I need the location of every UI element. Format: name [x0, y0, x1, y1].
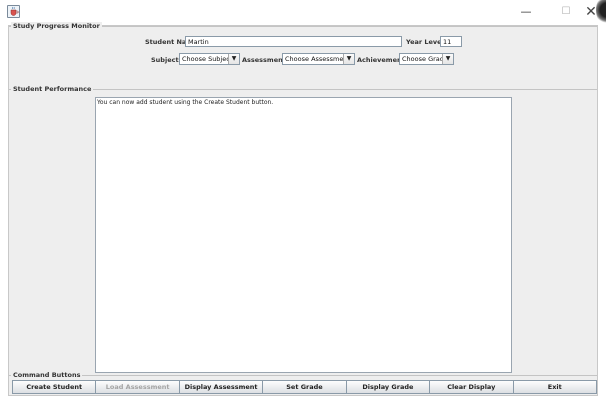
achievements-dropdown[interactable]: Choose Grade ▼	[399, 53, 454, 65]
display-assessment-button[interactable]: Display Assessment	[178, 380, 264, 394]
subjects-label: Subjects	[151, 56, 183, 64]
student-name-field[interactable]: Martin	[185, 36, 402, 47]
chevron-down-icon: ▼	[346, 55, 352, 62]
performance-output-area[interactable]: You can now add student using the Create…	[95, 97, 512, 373]
display-grade-button[interactable]: Display Grade	[345, 380, 431, 394]
chevron-down-icon: ▼	[231, 55, 237, 62]
set-grade-button[interactable]: Set Grade	[262, 380, 347, 394]
minimize-button[interactable]: —	[511, 2, 541, 22]
create-student-button[interactable]: Create Student	[12, 380, 97, 394]
achievements-selected-value: Choose Grade	[400, 54, 443, 64]
year-level-field[interactable]: 11	[440, 36, 462, 47]
output-message: You can now add student using the Create…	[97, 99, 274, 106]
assessments-selected-value: Choose Assessment	[283, 54, 344, 64]
subjects-selected-value: Choose Subject	[180, 54, 229, 64]
chevron-down-icon: ▼	[445, 55, 451, 62]
student-performance-title: Student Performance	[11, 85, 94, 93]
window-title-bar: — ☐ ✕	[0, 0, 606, 24]
command-buttons-title: Command Buttons	[11, 371, 83, 379]
load-assessment-button[interactable]: Load Assessment	[95, 380, 180, 394]
study-progress-monitor-title: Study Progress Monitor	[11, 22, 102, 30]
clear-display-button[interactable]: Clear Display	[429, 380, 514, 394]
main-frame: Study Progress Monitor Student Name Mart…	[8, 22, 598, 396]
java-cup-icon[interactable]	[7, 5, 20, 18]
year-level-label: Year Level	[406, 38, 444, 46]
exit-button[interactable]: Exit	[512, 380, 597, 394]
assessments-dropdown[interactable]: Choose Assessment ▼	[282, 53, 355, 65]
command-button-row: Create Student Load Assessment Display A…	[12, 380, 597, 394]
subjects-dropdown[interactable]: Choose Subject ▼	[179, 53, 240, 65]
